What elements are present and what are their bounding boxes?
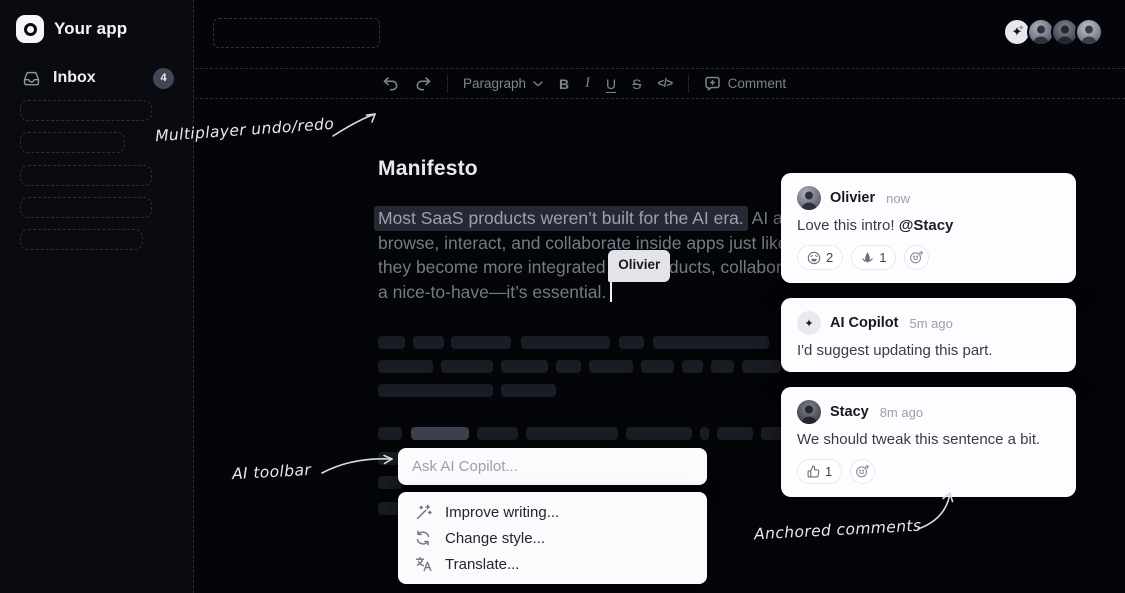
ask-ai-copilot-input[interactable] bbox=[398, 458, 707, 475]
reactions-row: 2 1 bbox=[797, 245, 1060, 270]
comment-card-stacy[interactable]: Stacy 8m ago We should tweak this senten… bbox=[781, 387, 1076, 497]
pray-emoji-icon bbox=[861, 251, 874, 265]
presence-avatar-stack: ✦ ✧ bbox=[1003, 18, 1103, 46]
sidebar: Your app Inbox 4 bbox=[0, 0, 194, 593]
translate-icon bbox=[414, 556, 432, 572]
sidebar-skeleton-item bbox=[20, 165, 152, 186]
ai-input-card bbox=[398, 448, 707, 485]
inbox-count-badge: 4 bbox=[153, 68, 174, 89]
sparkle-icon: ✦ bbox=[804, 317, 813, 330]
add-comment-icon bbox=[704, 76, 721, 92]
paragraph-label: Paragraph bbox=[463, 76, 526, 91]
annotation-anchored-comments: Anchored comments bbox=[754, 517, 922, 544]
person-icon bbox=[1029, 20, 1053, 44]
comment-author: AI Copilot bbox=[830, 315, 898, 331]
menu-item-change-style[interactable]: Change style... bbox=[398, 525, 707, 551]
anchored-highlight-skeleton bbox=[411, 427, 469, 440]
wand-icon bbox=[414, 504, 432, 521]
highlighted-text: Most SaaS products weren’t built for the… bbox=[374, 206, 748, 231]
toolbar-divider bbox=[688, 75, 689, 92]
comment-body: Love this intro! @Stacy bbox=[797, 217, 1060, 234]
user-avatar[interactable] bbox=[1075, 18, 1103, 46]
undo-button[interactable] bbox=[377, 72, 404, 96]
paragraph-style-dropdown[interactable]: Paragraph bbox=[458, 72, 548, 96]
ai-copilot-comment-avatar: ✦ bbox=[797, 311, 821, 335]
add-reaction-icon bbox=[909, 250, 924, 265]
add-reaction-button[interactable] bbox=[904, 245, 929, 270]
menu-item-improve-writing[interactable]: Improve writing... bbox=[398, 499, 707, 525]
toolbar-divider bbox=[447, 75, 448, 92]
document-title: Manifesto bbox=[378, 157, 478, 181]
annotation-ai-toolbar: AI toolbar bbox=[232, 461, 312, 483]
app-name: Your app bbox=[54, 19, 127, 39]
comment-card-olivier[interactable]: Olivier now Love this intro! @Stacy 2 1 bbox=[781, 173, 1076, 283]
comment-time: now bbox=[886, 191, 910, 206]
reaction-pill-thumbs-up[interactable]: 1 bbox=[797, 459, 842, 484]
sidebar-item-inbox[interactable]: Inbox 4 bbox=[0, 64, 194, 92]
header-skeleton-box bbox=[213, 18, 380, 48]
comment-time: 8m ago bbox=[880, 405, 923, 420]
bold-button[interactable]: B bbox=[554, 72, 574, 96]
italic-button[interactable]: I bbox=[580, 72, 595, 96]
redo-icon bbox=[415, 76, 432, 91]
comment-time: 5m ago bbox=[909, 316, 952, 331]
reaction-pill-laughing[interactable]: 2 bbox=[797, 245, 843, 270]
arrow-to-comments bbox=[918, 493, 950, 529]
person-icon bbox=[1053, 20, 1077, 44]
ai-copilot-menu: Improve writing... Change style... Trans… bbox=[398, 492, 707, 584]
app-logo-icon bbox=[16, 15, 44, 43]
person-icon bbox=[1077, 20, 1101, 44]
reaction-pill-pray[interactable]: 1 bbox=[851, 245, 896, 270]
person-icon bbox=[797, 400, 821, 424]
redo-button[interactable] bbox=[410, 72, 437, 96]
thumbs-up-emoji-icon bbox=[807, 465, 820, 478]
laughing-emoji-icon bbox=[807, 251, 821, 265]
comment-author: Stacy bbox=[830, 404, 869, 420]
sidebar-skeleton-item bbox=[20, 100, 152, 121]
comment-avatar bbox=[797, 400, 821, 424]
undo-icon bbox=[382, 76, 399, 91]
comment-body: We should tweak this sentence a bit. bbox=[797, 431, 1060, 448]
inbox-icon bbox=[22, 70, 41, 87]
sync-icon bbox=[414, 530, 432, 546]
sidebar-skeleton-item bbox=[20, 229, 143, 250]
comment-card-ai-copilot[interactable]: ✦ AI Copilot 5m ago I'd suggest updating… bbox=[781, 298, 1076, 372]
app-canvas: Your app Inbox 4 ✦ ✧ bbox=[0, 0, 1125, 593]
menu-item-label: Translate... bbox=[445, 556, 519, 573]
editor-toolbar: Paragraph B I U S </> Comment bbox=[195, 68, 1125, 99]
mention[interactable]: @Stacy bbox=[899, 217, 954, 234]
add-reaction-button[interactable] bbox=[850, 459, 875, 484]
app-logo: Your app bbox=[16, 15, 127, 43]
menu-item-translate[interactable]: Translate... bbox=[398, 551, 707, 577]
collab-cursor-label: Olivier bbox=[608, 250, 670, 282]
comment-button-label: Comment bbox=[728, 76, 787, 91]
sidebar-skeleton-item bbox=[20, 197, 152, 218]
arrow-to-undo-redo bbox=[333, 114, 375, 136]
add-reaction-icon bbox=[855, 464, 870, 479]
chevron-down-icon bbox=[533, 81, 543, 87]
menu-item-label: Improve writing... bbox=[445, 504, 559, 521]
code-button[interactable]: </> bbox=[652, 72, 677, 96]
reactions-row: 1 bbox=[797, 459, 1060, 484]
underline-button[interactable]: U bbox=[601, 72, 621, 96]
menu-item-label: Change style... bbox=[445, 530, 545, 547]
sparkle-small-icon: ✧ bbox=[1018, 24, 1024, 32]
person-icon bbox=[797, 186, 821, 210]
comment-author: Olivier bbox=[830, 190, 875, 206]
comments-panel: Olivier now Love this intro! @Stacy 2 1 bbox=[781, 173, 1076, 497]
comment-body: I'd suggest updating this part. bbox=[797, 342, 1060, 359]
comment-avatar bbox=[797, 186, 821, 210]
comment-button[interactable]: Comment bbox=[699, 72, 792, 96]
strikethrough-button[interactable]: S bbox=[627, 72, 646, 96]
collab-cursor-caret: Olivier bbox=[610, 280, 612, 302]
inbox-label: Inbox bbox=[53, 69, 141, 87]
sidebar-skeleton-item bbox=[20, 132, 125, 153]
